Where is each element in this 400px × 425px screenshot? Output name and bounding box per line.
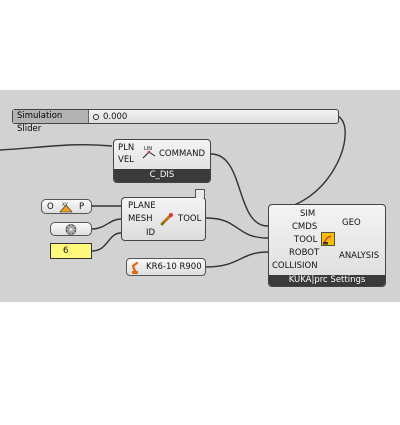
wire-slider-sim [267,115,346,211]
input-collision[interactable]: COLLISION [272,261,318,271]
robot-parameter[interactable]: KR6-10 R900 [126,258,206,276]
slider-grip-icon[interactable] [93,114,99,120]
input-sim[interactable]: SIM [300,209,315,219]
input-mesh[interactable]: MESH [128,214,153,224]
simulation-slider[interactable]: Simulation Slider 0.000 [12,109,339,134]
grasshopper-canvas[interactable]: Simulation Slider 0.000 PLN VEL LIN COMM… [0,90,400,302]
plane-param-right: P [79,202,85,212]
output-command[interactable]: COMMAND [159,149,205,159]
kuka-footer: KUKA|prc Settings [269,275,385,286]
robot-arm-icon [131,261,139,274]
mesh-icon [65,224,77,235]
number-panel-value: 6 [63,246,69,256]
output-tool[interactable]: TOOL [178,214,201,224]
input-robot[interactable]: ROBOT [289,248,319,258]
wire-command-cmds [210,153,269,227]
plane-param-left: O [47,202,54,212]
output-geo[interactable]: GEO [342,218,361,228]
wire-mesh-tool [91,218,122,230]
wire-robot-robot [205,251,269,268]
kuka-prc-core[interactable]: SIM CMDS TOOL ROBOT COLLISION GEO ANALYS… [268,204,386,287]
lin-command-icon: LIN [142,146,156,159]
input-cmds[interactable]: CMDS [292,222,317,232]
c-dis-footer: C_DIS [114,169,210,182]
input-id[interactable]: ID [146,228,155,238]
plane-parameter[interactable]: O XY P [41,199,92,214]
input-vel[interactable]: VEL [118,155,134,165]
kuka-prc-icon [321,232,335,246]
wire-tool-tool [205,217,269,239]
tool-component[interactable]: PLANE MESH ID TOOL [121,189,206,241]
number-panel[interactable]: 6 [50,243,92,259]
c-dis-component[interactable]: PLN VEL LIN COMMAND C_DIS [113,139,211,183]
input-pln[interactable]: PLN [118,143,134,153]
input-tool[interactable]: TOOL [294,235,317,245]
input-plane[interactable]: PLANE [128,201,156,211]
tool-menu-tab[interactable] [195,189,205,198]
wire-id-tool [91,232,122,252]
svg-text:XY: XY [62,202,68,208]
tool-icon [160,213,173,226]
mesh-parameter[interactable] [50,222,92,236]
slider-label: Simulation Slider [13,110,89,134]
wire-plane-in [0,143,113,151]
output-analysis[interactable]: ANALYSIS [339,251,379,261]
slider-value: 0.000 [103,111,128,122]
robot-label: KR6-10 R900 [146,262,202,272]
xy-plane-icon: XY [59,202,73,213]
